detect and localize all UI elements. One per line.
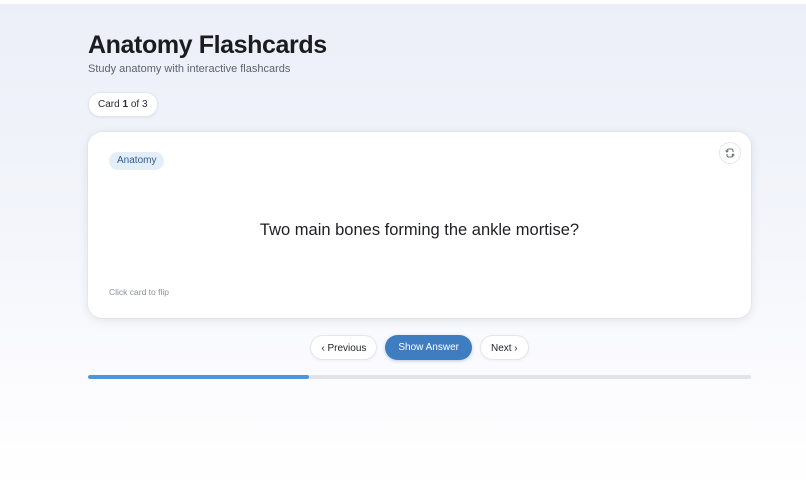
- flashcards-app: Anatomy Flashcards Study anatomy with in…: [88, 30, 751, 379]
- card-counter: Card 1 of 3: [88, 92, 158, 117]
- flashcard[interactable]: Anatomy Two main bones forming the ankle…: [88, 132, 751, 318]
- flip-icon: [725, 148, 735, 158]
- category-badge: Anatomy: [109, 152, 165, 170]
- page-title: Anatomy Flashcards: [88, 31, 327, 59]
- show-answer-button[interactable]: Show Answer: [385, 335, 472, 360]
- flip-button[interactable]: [719, 142, 741, 164]
- page-subtitle: Study anatomy with interactive flashcard…: [88, 63, 291, 75]
- flip-hint: Click card to flip: [109, 287, 169, 297]
- next-button[interactable]: Next ›: [479, 335, 529, 360]
- card-counter-current: 1: [122, 99, 129, 110]
- card-controls: ‹ Previous Show Answer Next ›: [88, 335, 751, 360]
- card-counter-total: 3: [141, 99, 148, 110]
- progress-bar: [88, 375, 751, 379]
- progress-fill: [88, 375, 309, 379]
- card-counter-separator: of: [130, 99, 140, 110]
- card-counter-prefix: Card: [98, 99, 120, 110]
- previous-button[interactable]: ‹ Previous: [310, 335, 378, 360]
- card-question: Two main bones forming the ankle mortise…: [259, 221, 580, 239]
